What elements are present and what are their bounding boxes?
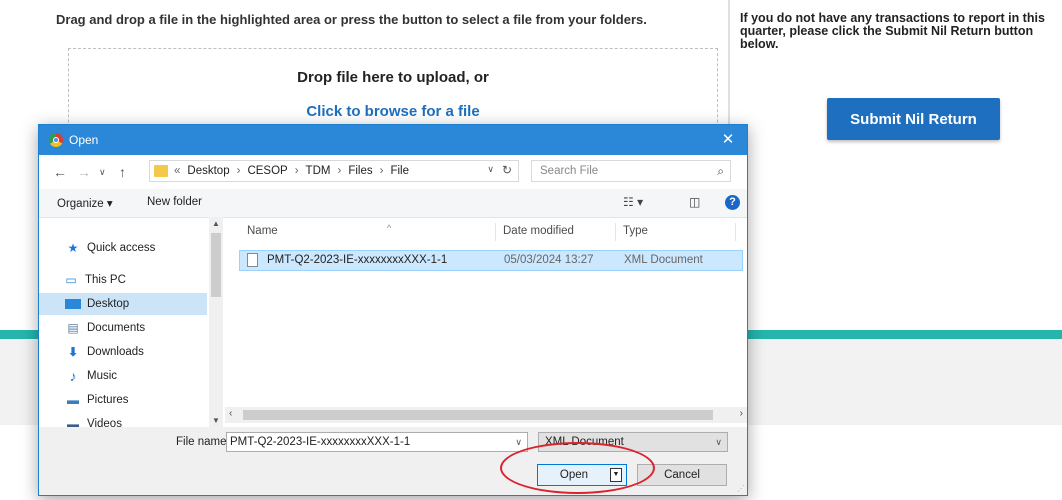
breadcrumb-file[interactable]: File xyxy=(390,165,409,177)
back-arrow-icon[interactable]: ← xyxy=(53,164,67,180)
scroll-left-icon[interactable]: ‹ xyxy=(229,408,232,419)
open-file-dialog: Open ✕ ← → ∨ ↑ « Desktop › CESOP › TDM ›… xyxy=(38,124,748,496)
file-name-label: File name: xyxy=(176,436,230,448)
videos-icon: ▬ xyxy=(67,417,79,427)
navigation-pane: ★ Quick access ▭ This PC Desktop ▤ Docum… xyxy=(39,217,223,427)
file-date-modified: 05/03/2024 13:27 xyxy=(504,254,594,266)
file-name: PMT-Q2-2023-IE-xxxxxxxxXXX-1-1 xyxy=(267,254,448,266)
file-row[interactable]: PMT-Q2-2023-IE-xxxxxxxxXXX-1-1 05/03/202… xyxy=(239,250,743,271)
file-type: XML Document xyxy=(624,254,703,266)
upload-instructions: Drag and drop a file in the highlighted … xyxy=(56,12,647,27)
dialog-footer: File name: PMT-Q2-2023-IE-xxxxxxxxXXX-1-… xyxy=(39,427,747,495)
new-folder-button[interactable]: New folder xyxy=(147,196,202,208)
column-divider xyxy=(728,0,730,125)
navigation-row: ← → ∨ ↑ « Desktop › CESOP › TDM › Files … xyxy=(39,157,747,187)
column-header-name[interactable]: Name ^ xyxy=(247,223,391,237)
nav-item-label: Pictures xyxy=(87,394,129,406)
column-separator[interactable] xyxy=(735,223,736,241)
recent-locations-chevron-icon[interactable]: ∨ xyxy=(99,167,106,178)
help-icon[interactable]: ? xyxy=(725,195,740,210)
breadcrumb-tdm[interactable]: TDM xyxy=(306,165,331,177)
browse-file-link[interactable]: Click to browse for a file xyxy=(69,103,717,120)
sort-caret-icon: ^ xyxy=(387,223,392,233)
column-header-label: Name xyxy=(247,225,278,237)
nav-item-label: Quick access xyxy=(87,242,156,254)
star-icon: ★ xyxy=(67,241,79,255)
open-button-label: Open xyxy=(559,469,589,481)
column-header-date-modified[interactable]: Date modified xyxy=(503,225,574,237)
nav-item-videos[interactable]: ▬ Videos xyxy=(39,413,207,427)
scroll-up-icon[interactable]: ▲ xyxy=(212,219,220,228)
file-type-select[interactable]: XML Document ∨ xyxy=(538,432,728,452)
scroll-right-icon[interactable]: › xyxy=(740,408,743,419)
nav-item-desktop[interactable]: Desktop xyxy=(39,293,207,315)
file-icon xyxy=(247,253,258,267)
breadcrumb-separator: › xyxy=(236,165,241,177)
nav-item-label: This PC xyxy=(85,274,126,286)
organize-menu[interactable]: Organize ▾ xyxy=(57,196,113,210)
desktop-icon xyxy=(65,299,81,309)
close-icon[interactable]: ✕ xyxy=(717,129,739,151)
nav-item-quick-access[interactable]: ★ Quick access xyxy=(39,237,207,259)
column-header-type[interactable]: Type xyxy=(623,225,648,237)
preview-pane-icon[interactable]: ◫ xyxy=(689,195,700,209)
forward-arrow-icon[interactable]: → xyxy=(77,164,91,180)
nav-item-this-pc[interactable]: ▭ This PC xyxy=(39,269,207,291)
file-name-input[interactable]: PMT-Q2-2023-IE-xxxxxxxxXXX-1-1 ∨ xyxy=(226,432,528,452)
file-list: Name ^ Date modified Type PMT-Q2-2023-IE… xyxy=(225,217,747,427)
pictures-icon: ▬ xyxy=(67,393,79,407)
address-dropdown-icon[interactable]: ∨ xyxy=(487,164,494,175)
refresh-icon[interactable]: ↻ xyxy=(502,163,512,177)
file-list-horizontal-scrollbar[interactable]: ‹ › xyxy=(225,407,747,423)
dialog-toolbar: Organize ▾ New folder ☷ ▾ ◫ ? xyxy=(39,189,747,218)
dialog-titlebar[interactable]: Open ✕ xyxy=(39,125,747,155)
file-type-value: XML Document xyxy=(545,436,624,448)
nil-return-instructions: If you do not have any transactions to r… xyxy=(740,11,1045,51)
open-button[interactable]: Open ▼ xyxy=(537,464,627,486)
view-options-icon[interactable]: ☷ ▾ xyxy=(623,195,643,209)
music-icon: ♪ xyxy=(69,368,77,384)
breadcrumb-separator: › xyxy=(294,165,299,177)
nav-item-pictures[interactable]: ▬ Pictures xyxy=(39,389,207,411)
up-arrow-icon[interactable]: ↑ xyxy=(119,164,126,180)
breadcrumb-cesop[interactable]: CESOP xyxy=(247,165,287,177)
breadcrumb-separator: › xyxy=(379,165,384,177)
address-bar[interactable]: « Desktop › CESOP › TDM › Files › File ∨… xyxy=(149,160,519,182)
download-icon: ⬇ xyxy=(67,345,79,359)
nav-item-music[interactable]: ♪ Music xyxy=(39,365,207,387)
nav-item-label: Documents xyxy=(87,322,146,334)
submit-nil-return-button[interactable]: Submit Nil Return xyxy=(827,98,1000,140)
search-input[interactable]: Search File ⌕ xyxy=(531,160,731,182)
search-placeholder: Search File xyxy=(540,165,599,177)
resize-grip-icon[interactable]: ⋰ xyxy=(737,484,745,493)
drop-zone-title: Drop file here to upload, or xyxy=(297,69,489,86)
breadcrumb-desktop[interactable]: Desktop xyxy=(187,165,229,177)
nav-item-label: Downloads xyxy=(87,346,144,358)
chevron-down-icon[interactable]: ∨ xyxy=(715,433,722,451)
folder-icon xyxy=(154,165,168,177)
open-options-dropdown-icon[interactable]: ▼ xyxy=(610,468,622,482)
nav-item-label: Music xyxy=(87,370,118,382)
scrollbar-thumb[interactable] xyxy=(211,233,221,297)
breadcrumb-files[interactable]: Files xyxy=(348,165,372,177)
column-separator[interactable] xyxy=(495,223,496,241)
nav-pane-scrollbar[interactable]: ▲ ▼ xyxy=(209,217,223,427)
nav-item-downloads[interactable]: ⬇ Downloads xyxy=(39,341,207,363)
scroll-down-icon[interactable]: ▼ xyxy=(212,416,220,425)
column-separator[interactable] xyxy=(615,223,616,241)
nav-item-documents[interactable]: ▤ Documents xyxy=(39,317,207,339)
address-overflow[interactable]: « xyxy=(174,165,180,177)
documents-icon: ▤ xyxy=(67,321,79,335)
computer-icon: ▭ xyxy=(65,273,77,287)
nav-item-label: Videos xyxy=(87,418,122,427)
file-name-value: PMT-Q2-2023-IE-xxxxxxxxXXX-1-1 xyxy=(230,436,411,448)
breadcrumb-separator: › xyxy=(337,165,342,177)
nav-item-label: Desktop xyxy=(87,298,130,310)
cancel-button[interactable]: Cancel xyxy=(637,464,727,486)
scrollbar-thumb[interactable] xyxy=(243,410,713,420)
chrome-icon xyxy=(49,133,63,147)
search-icon: ⌕ xyxy=(717,164,724,178)
dialog-title: Open xyxy=(69,133,99,147)
chevron-down-icon[interactable]: ∨ xyxy=(515,433,522,451)
